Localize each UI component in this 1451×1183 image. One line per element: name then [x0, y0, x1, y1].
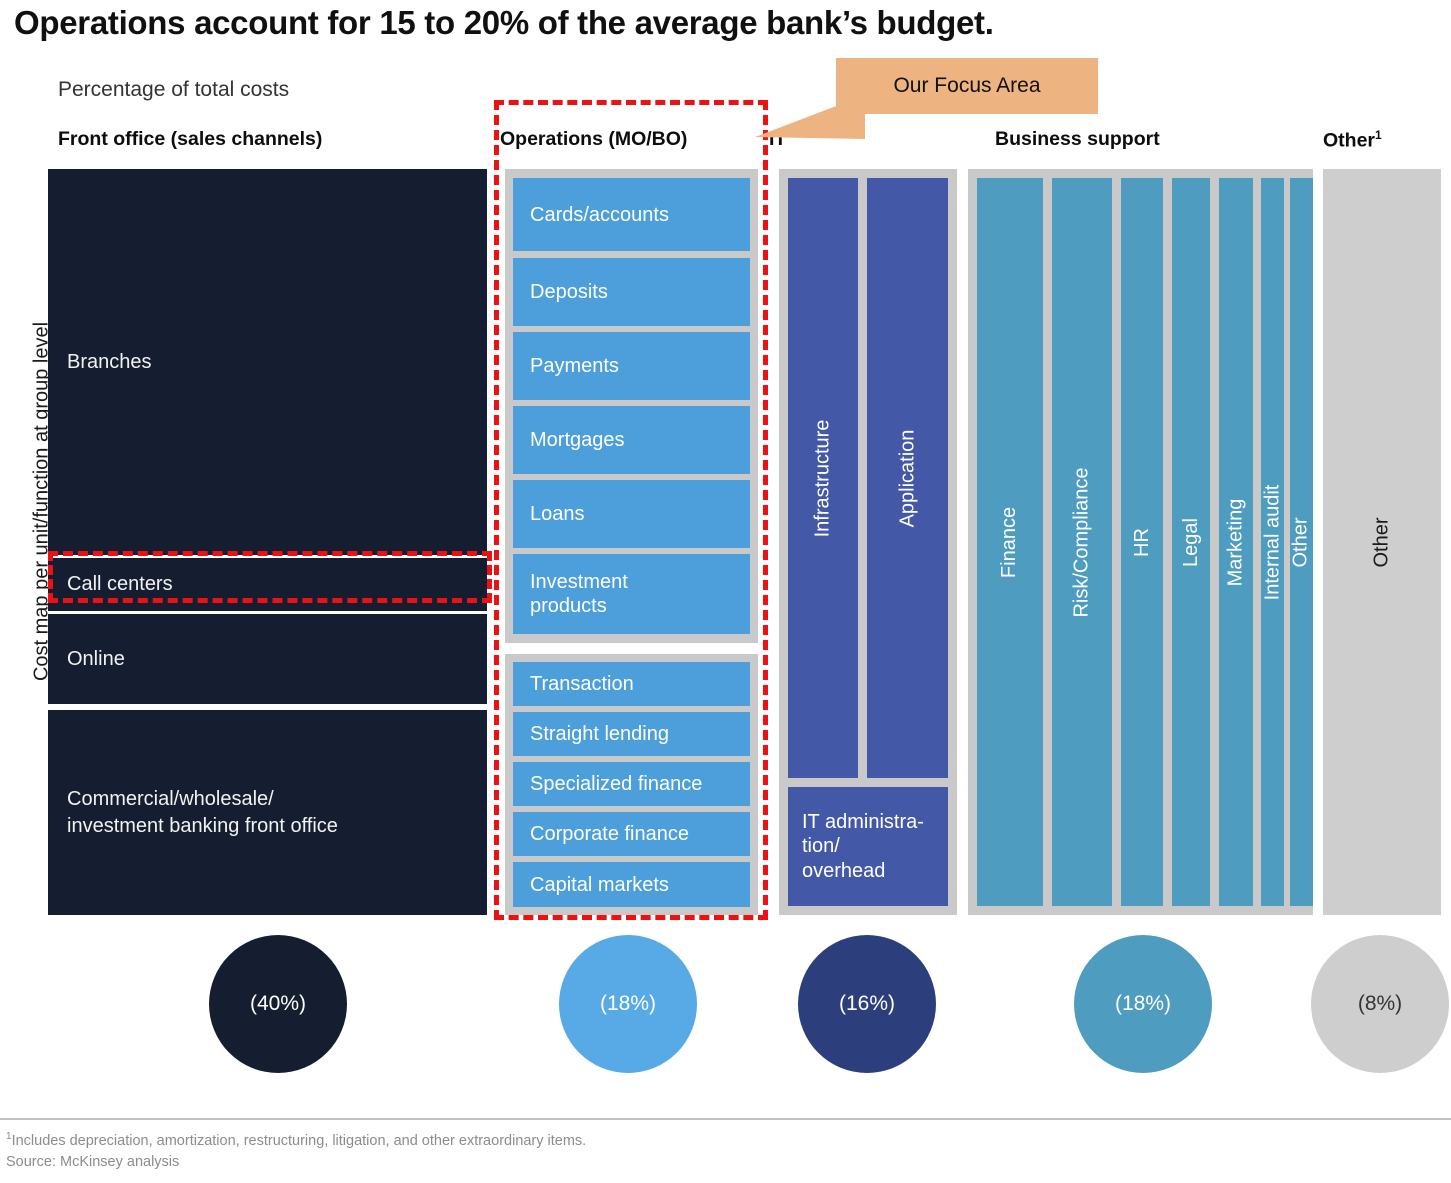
operations-cell-corporate-finance[interactable]: Corporate finance — [513, 812, 750, 856]
subtitle: Percentage of total costs — [58, 78, 290, 101]
page-title: Operations account for 15 to 20% of the … — [14, 4, 994, 41]
front-office-cell-commercial[interactable]: Commercial/wholesale/ investment banking… — [48, 710, 487, 915]
business-support-bar-hr[interactable]: HR — [1121, 178, 1163, 906]
it-bar-infrastructure-label: Infrastructure — [811, 419, 834, 537]
column-header-front-office: Front office (sales channels) — [58, 128, 323, 150]
footer-divider — [0, 1118, 1451, 1120]
business-support-bar-legal-label: Legal — [1179, 517, 1202, 567]
operations-cell-cards-accounts[interactable]: Cards/accounts — [513, 178, 750, 251]
operations-cell-deposits[interactable]: Deposits — [513, 258, 750, 326]
column-header-other: Other1 — [1323, 128, 1382, 153]
operations-group-retail: Cards/accounts Deposits Payments Mortgag… — [505, 169, 758, 643]
focus-area-callout: Our Focus Area — [836, 58, 1098, 114]
it-bar-application-label: Application — [896, 429, 918, 527]
it-bar-application[interactable]: Application — [867, 178, 948, 778]
bubble-it: (16%) — [798, 935, 936, 1073]
business-support-bar-finance[interactable]: Finance — [977, 178, 1043, 906]
front-office-cell-online[interactable]: Online — [48, 614, 487, 704]
operations-cell-investment-products[interactable]: Investment products — [513, 554, 750, 634]
business-support-bar-hr-label: HR — [1130, 527, 1153, 557]
it-bar-infrastructure[interactable]: Infrastructure — [788, 178, 858, 778]
bubble-other: (8%) — [1311, 935, 1449, 1073]
column-header-business-support: Business support — [995, 128, 1160, 150]
it-column: Infrastructure Application IT administra… — [779, 169, 957, 915]
front-office-group-top: Branches Call centers Online — [48, 169, 487, 704]
business-support-bar-marketing[interactable]: Marketing — [1219, 178, 1253, 906]
bubble-front-office: (40%) — [209, 935, 347, 1073]
footnote-note-text: Includes depreciation, amortization, res… — [11, 1132, 587, 1149]
bubble-business-support: (18%) — [1074, 935, 1212, 1073]
business-support-bar-internal-audit-label: Internal audit — [1261, 484, 1284, 600]
operations-cell-loans[interactable]: Loans — [513, 480, 750, 548]
operations-group-corporate: Transaction Straight lending Specialized… — [505, 654, 758, 915]
other-column[interactable]: Other — [1323, 169, 1441, 915]
business-support-bar-finance-label: Finance — [998, 506, 1021, 578]
operations-cell-straight-lending[interactable]: Straight lending — [513, 712, 750, 756]
footnote-note: 1Includes depreciation, amortization, re… — [6, 1131, 586, 1149]
operations-cell-transaction[interactable]: Transaction — [513, 662, 750, 706]
other-column-label: Other — [1370, 516, 1393, 568]
front-office-cell-call-centers[interactable]: Call centers — [48, 558, 487, 611]
it-administration-overhead[interactable]: IT administra- tion/ overhead — [788, 787, 948, 906]
operations-cell-mortgages[interactable]: Mortgages — [513, 406, 750, 474]
front-office-cell-branches[interactable]: Branches — [48, 169, 487, 555]
slide-root: Operations account for 15 to 20% of the … — [0, 0, 1451, 1183]
business-support-bar-marketing-label: Marketing — [1224, 498, 1247, 586]
operations-column: Cards/accounts Deposits Payments Mortgag… — [505, 169, 758, 915]
business-support-bar-legal[interactable]: Legal — [1172, 178, 1210, 906]
business-support-bar-internal-audit[interactable]: Internal audit — [1261, 178, 1284, 906]
business-support-bar-other[interactable]: Other — [1290, 178, 1313, 906]
operations-cell-specialized-finance[interactable]: Specialized finance — [513, 762, 750, 806]
column-header-operations: Operations (MO/BO) — [500, 128, 688, 150]
business-support-bar-other-label: Other — [1290, 516, 1312, 568]
business-support-column: Finance Risk/Compliance HR Legal Marketi… — [968, 169, 1313, 915]
operations-cell-payments[interactable]: Payments — [513, 332, 750, 400]
column-header-other-label: Other — [1323, 129, 1376, 152]
footnote-marker: 1 — [1375, 128, 1382, 142]
business-support-bar-risk-compliance[interactable]: Risk/Compliance — [1052, 178, 1112, 906]
footnote-source: Source: McKinsey analysis — [6, 1154, 180, 1170]
business-support-bar-risk-compliance-label: Risk/Compliance — [1070, 466, 1093, 618]
bubble-operations: (18%) — [559, 935, 697, 1073]
operations-cell-capital-markets[interactable]: Capital markets — [513, 862, 750, 907]
